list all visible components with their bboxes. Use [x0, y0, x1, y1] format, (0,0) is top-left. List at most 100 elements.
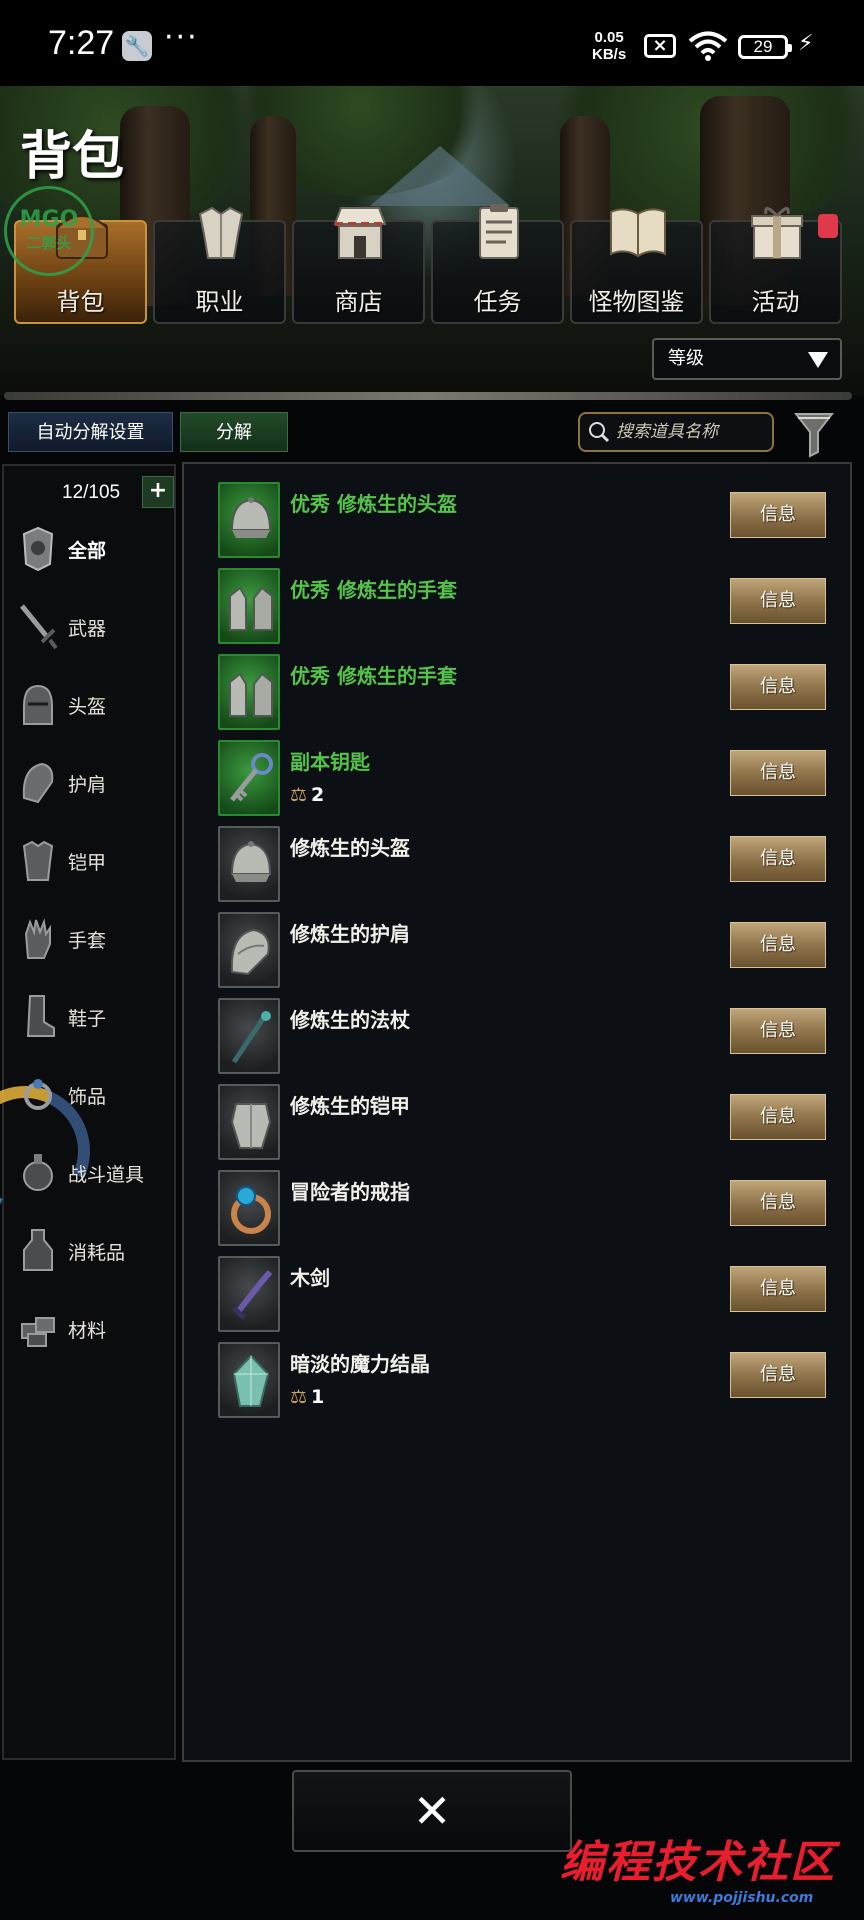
close-button[interactable]: ✕	[292, 1770, 572, 1852]
list-item[interactable]: 修炼生的法杖 信息	[218, 998, 838, 1076]
info-button[interactable]: 信息	[730, 664, 826, 710]
category-label: 武器	[68, 618, 107, 640]
search-input[interactable]	[616, 418, 766, 446]
item-name: 修炼生的护肩	[290, 922, 410, 946]
auto-decompose-settings-button[interactable]: 自动分解设置	[8, 412, 173, 452]
category-accessory[interactable]: 饰品	[4, 1060, 174, 1130]
info-button[interactable]: 信息	[730, 1352, 826, 1398]
item-slot	[218, 482, 280, 558]
watermark-url: www.pojjishu.com	[670, 1890, 814, 1906]
scale-icon: ⚖	[290, 1386, 308, 1408]
divider	[4, 392, 852, 400]
shoulder-icon	[22, 762, 54, 804]
status-bar: 7:27 🔧 ··· 0.05 KB/s × 29 ⚡	[0, 0, 864, 86]
boot-icon	[26, 995, 55, 1037]
category-combat-item[interactable]: 战斗道具	[4, 1138, 174, 1208]
category-boots[interactable]: 鞋子	[4, 982, 174, 1052]
tab-class[interactable]: 职业	[153, 206, 286, 324]
armor-icon	[198, 206, 244, 259]
tab-events[interactable]: 活动	[709, 207, 842, 324]
search-box[interactable]	[578, 412, 774, 452]
consumable-icon	[23, 1229, 53, 1271]
list-item[interactable]: 冒险者的戒指 信息	[218, 1170, 838, 1248]
info-button[interactable]: 信息	[730, 578, 826, 624]
tab-label: 怪物图鉴	[588, 288, 685, 316]
item-name: 修炼生的铠甲	[290, 1094, 410, 1118]
info-button[interactable]: 信息	[730, 1008, 826, 1054]
combat-item-icon	[23, 1154, 53, 1191]
scale-icon: ⚖	[290, 784, 308, 806]
item-slot	[218, 1084, 280, 1160]
watermark-text: 编程技术社区	[560, 1837, 836, 1888]
glove-icon	[229, 586, 273, 631]
info-button[interactable]: 信息	[730, 492, 826, 538]
expand-capacity-button[interactable]: +	[142, 476, 174, 508]
clock: 7:27	[48, 24, 115, 62]
sort-selected: 等级	[668, 348, 704, 369]
list-item[interactable]: 优秀 修炼生的头盔 信息	[218, 482, 838, 560]
info-button[interactable]: 信息	[730, 1180, 826, 1226]
item-name: 冒险者的戒指	[290, 1180, 410, 1204]
gift-icon	[751, 207, 803, 259]
list-item[interactable]: 修炼生的头盔 信息	[218, 826, 838, 904]
helmet-icon	[230, 841, 272, 882]
item-name: 修炼生的头盔	[290, 836, 410, 860]
tab-label: 商店	[334, 288, 383, 316]
tab-bestiary[interactable]: 怪物图鉴	[570, 208, 703, 324]
shop-icon	[333, 207, 387, 259]
shoulder-icon	[230, 928, 270, 976]
list-item[interactable]: 暗淡的魔力结晶 ⚖ 1 信息	[218, 1342, 838, 1420]
category-all[interactable]: 全部	[4, 514, 174, 584]
sort-dropdown[interactable]: 等级	[652, 338, 842, 380]
notification-badge	[818, 214, 838, 238]
item-slot	[218, 740, 280, 816]
category-shoulder[interactable]: 护肩	[4, 748, 174, 818]
item-slot	[218, 826, 280, 902]
category-consumable[interactable]: 消耗品	[4, 1216, 174, 1286]
sim-off-icon: ×	[644, 34, 676, 58]
item-slot	[218, 1170, 280, 1246]
site-watermark: 编程技术社区 www.pojjishu.com	[560, 1826, 860, 1916]
info-button[interactable]: 信息	[730, 836, 826, 882]
item-name: 优秀 修炼生的手套	[290, 664, 457, 688]
all-icon	[22, 526, 54, 572]
list-item[interactable]: 副本钥匙 ⚖ 2 信息	[218, 740, 838, 818]
item-slot	[218, 654, 280, 730]
category-armor[interactable]: 铠甲	[4, 826, 174, 896]
wrench-icon: 🔧	[122, 31, 152, 61]
armor-icon	[22, 840, 54, 881]
search-icon	[589, 422, 610, 443]
list-item[interactable]: 优秀 修炼生的手套 信息	[218, 654, 838, 732]
decompose-button[interactable]: 分解	[180, 412, 288, 452]
helmet-icon	[230, 497, 272, 538]
crystal-icon	[232, 1354, 270, 1407]
info-button[interactable]: 信息	[730, 922, 826, 968]
category-label: 铠甲	[68, 852, 107, 874]
list-item[interactable]: 修炼生的护肩 信息	[218, 912, 838, 990]
category-glove[interactable]: 手套	[4, 904, 174, 974]
tab-quest[interactable]: 任务	[431, 204, 564, 324]
list-item[interactable]: 木剑 信息	[218, 1256, 838, 1334]
category-helmet[interactable]: 头盔	[4, 670, 174, 740]
glove-icon	[229, 672, 273, 717]
list-item[interactable]: 优秀 修炼生的手套 信息	[218, 568, 838, 646]
item-slot	[218, 1256, 280, 1332]
category-material[interactable]: 材料	[4, 1294, 174, 1364]
book-icon	[610, 208, 666, 258]
item-name: 优秀 修炼生的头盔	[290, 492, 457, 516]
tab-shop[interactable]: 商店	[292, 207, 425, 324]
filter-icon[interactable]	[794, 410, 834, 458]
page-title: 背包	[20, 127, 125, 187]
item-name: 暗淡的魔力结晶	[290, 1352, 430, 1376]
info-button[interactable]: 信息	[730, 750, 826, 796]
info-button[interactable]: 信息	[730, 1094, 826, 1140]
category-label: 饰品	[68, 1086, 107, 1108]
category-sidebar: 12/105 + 全部 武器 头盔 护肩 铠甲 手套 鞋子 饰品 战斗道具 消耗…	[0, 464, 176, 1760]
charging-icon: ⚡	[798, 31, 814, 56]
category-label: 头盔	[68, 696, 107, 718]
tab-label: 职业	[195, 288, 244, 316]
category-weapon[interactable]: 武器	[4, 592, 174, 662]
category-label: 消耗品	[68, 1242, 126, 1264]
list-item[interactable]: 修炼生的铠甲 信息	[218, 1084, 838, 1162]
info-button[interactable]: 信息	[730, 1266, 826, 1312]
